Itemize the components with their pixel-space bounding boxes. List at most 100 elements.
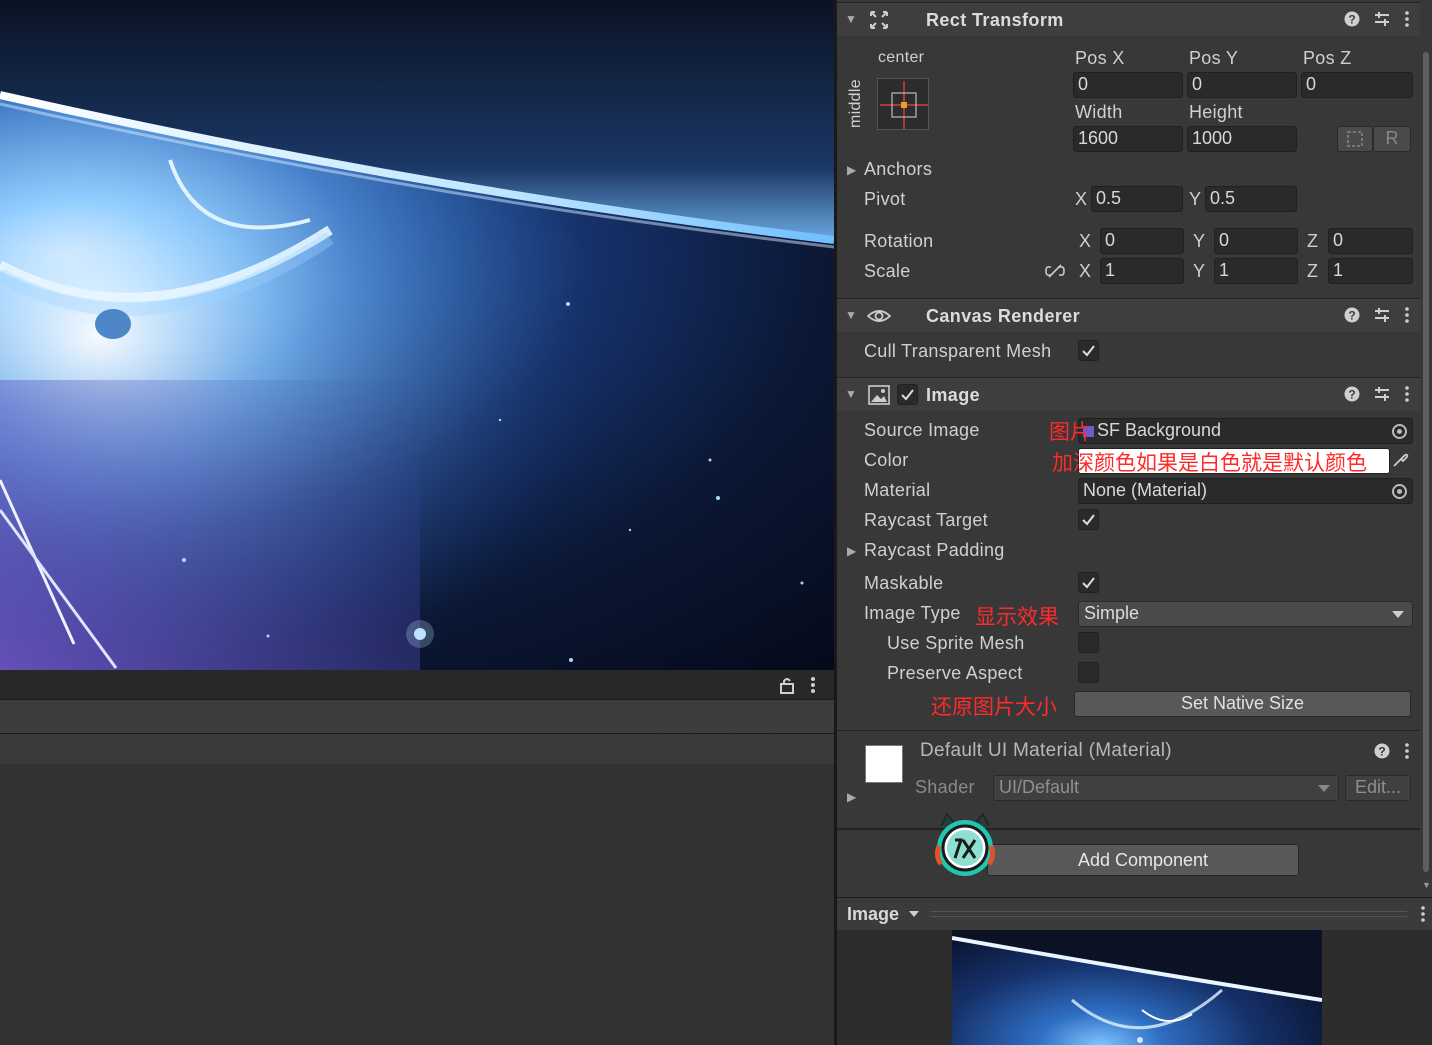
kebab-menu-icon[interactable] <box>1404 11 1410 27</box>
checkmark-icon <box>1082 514 1095 526</box>
kebab-menu-icon[interactable] <box>1420 906 1426 922</box>
pivot-y-label: Y <box>1189 189 1202 209</box>
raycast-target-checkbox[interactable] <box>1078 509 1099 530</box>
blueprint-icon <box>1347 131 1363 147</box>
rot-y-field[interactable]: 0 <box>1214 228 1298 254</box>
preview-drag-handle[interactable] <box>931 911 1407 917</box>
pos-y-field[interactable]: 0 <box>1187 72 1297 98</box>
preserve-aspect-checkbox[interactable] <box>1078 662 1099 683</box>
pivot-x-field[interactable]: 0.5 <box>1091 186 1183 212</box>
anchors-label[interactable]: Anchors <box>864 159 932 180</box>
scale-label: Scale <box>864 261 911 281</box>
scrollbar-thumb[interactable] <box>1423 52 1429 872</box>
set-native-size-button[interactable]: Set Native Size <box>1074 691 1411 717</box>
image-header[interactable]: ▼ Image ? <box>837 377 1420 411</box>
scale-z-field[interactable]: 1 <box>1328 258 1413 284</box>
lock-icon[interactable] <box>778 676 796 694</box>
pos-z-label: Pos Z <box>1303 48 1352 68</box>
help-icon[interactable]: ? <box>1344 11 1360 27</box>
image-component-icon <box>867 384 891 406</box>
pivot-y-field[interactable]: 0.5 <box>1205 186 1297 212</box>
kebab-menu-icon[interactable] <box>1404 307 1410 323</box>
pivot-label: Pivot <box>864 189 906 209</box>
object-picker-icon[interactable] <box>1392 484 1407 499</box>
material-preview-swatch <box>865 745 903 783</box>
height-field[interactable]: 1000 <box>1187 126 1297 152</box>
width-label: Width <box>1075 102 1123 122</box>
anchor-v-label: middle <box>847 79 864 128</box>
annotation-color: 加深颜色如果是白色就是默认颜色 <box>1052 451 1367 475</box>
fold-arrow-down-icon[interactable]: ▼ <box>845 387 857 401</box>
source-image-field[interactable]: SF Background <box>1078 418 1413 444</box>
inspector-scrollbar[interactable]: ▼ <box>1420 40 1432 890</box>
pos-x-label: Pos X <box>1075 48 1125 68</box>
game-view[interactable] <box>0 0 834 670</box>
image-enabled-checkbox[interactable] <box>897 384 918 405</box>
cull-transparent-mesh-label: Cull Transparent Mesh <box>864 341 1052 361</box>
preview-header[interactable]: Image <box>837 897 1432 930</box>
pos-z-field[interactable]: 0 <box>1301 72 1413 98</box>
material-field[interactable]: None (Material) <box>1078 478 1413 504</box>
fold-arrow-right-icon[interactable]: ▶ <box>847 544 856 558</box>
fold-arrow-right-icon[interactable]: ▶ <box>847 790 856 804</box>
shader-value: UI/Default <box>999 777 1080 797</box>
anchor-preset-icon <box>880 81 928 129</box>
help-icon[interactable]: ? <box>1344 386 1360 402</box>
image-type-value: Simple <box>1084 603 1140 623</box>
inspector-panel: ▼ Rect Transform ? center middle Pos X P… <box>837 0 1432 1045</box>
raycast-padding-label[interactable]: Raycast Padding <box>864 540 1005 561</box>
rect-transform-icon <box>867 9 891 31</box>
fold-arrow-down-icon[interactable]: ▼ <box>845 12 857 26</box>
scale-x-field[interactable]: 1 <box>1100 258 1184 284</box>
rot-y-label: Y <box>1193 231 1206 251</box>
eyedropper-icon[interactable] <box>1391 451 1409 469</box>
constrain-proportions-icon[interactable] <box>1045 264 1065 278</box>
raw-edit-button[interactable]: R <box>1373 126 1411 152</box>
scroll-down-icon[interactable]: ▼ <box>1422 880 1431 890</box>
kebab-menu-icon[interactable] <box>806 676 820 694</box>
mascot-logo <box>934 812 996 876</box>
component-title: Image <box>926 385 981 405</box>
blueprint-mode-button[interactable] <box>1337 126 1373 152</box>
preview-title: Image <box>847 904 900 924</box>
shader-dropdown[interactable]: UI/Default <box>993 775 1339 801</box>
component-title: Canvas Renderer <box>926 306 1081 326</box>
cull-transparent-mesh-checkbox[interactable] <box>1078 340 1099 361</box>
checkmark-icon <box>1082 577 1095 589</box>
maskable-label: Maskable <box>864 573 944 593</box>
anchor-h-label: center <box>878 49 925 66</box>
pivot-x-label: X <box>1075 189 1088 209</box>
kebab-menu-icon[interactable] <box>1404 743 1410 759</box>
project-panel: 16 <box>0 670 834 1045</box>
shader-edit-button[interactable]: Edit... <box>1345 775 1411 801</box>
component-title: Rect Transform <box>926 10 1064 30</box>
add-component-button[interactable]: Add Component <box>987 844 1299 876</box>
rect-transform-header[interactable]: ▼ Rect Transform ? <box>837 2 1420 36</box>
pos-x-field[interactable]: 0 <box>1073 72 1183 98</box>
rot-x-field[interactable]: 0 <box>1100 228 1184 254</box>
chevron-down-icon[interactable] <box>909 911 919 917</box>
scale-y-field[interactable]: 1 <box>1214 258 1298 284</box>
preset-icon[interactable] <box>1374 11 1390 27</box>
color-label: Color <box>864 450 909 470</box>
annotation-type: 显示效果 <box>975 605 1059 629</box>
image-type-dropdown[interactable]: Simple <box>1078 601 1413 627</box>
svg-text:?: ? <box>1348 309 1355 323</box>
help-icon[interactable]: ? <box>1344 307 1360 323</box>
preset-icon[interactable] <box>1374 307 1390 323</box>
fold-arrow-down-icon[interactable]: ▼ <box>845 308 857 322</box>
rot-z-field[interactable]: 0 <box>1328 228 1413 254</box>
section-divider <box>837 828 1420 830</box>
use-sprite-mesh-checkbox[interactable] <box>1078 632 1099 653</box>
maskable-checkbox[interactable] <box>1078 572 1099 593</box>
width-field[interactable]: 1600 <box>1073 126 1183 152</box>
anchor-presets-button[interactable] <box>877 78 929 130</box>
panel-toolbar: 16 <box>0 700 834 762</box>
kebab-menu-icon[interactable] <box>1404 386 1410 402</box>
help-icon[interactable]: ? <box>1374 743 1390 759</box>
fold-arrow-right-icon[interactable]: ▶ <box>847 163 856 177</box>
canvas-renderer-header[interactable]: ▼ Canvas Renderer ? <box>837 298 1420 332</box>
checkmark-icon <box>901 389 914 401</box>
preset-icon[interactable] <box>1374 386 1390 402</box>
object-picker-icon[interactable] <box>1392 424 1407 439</box>
